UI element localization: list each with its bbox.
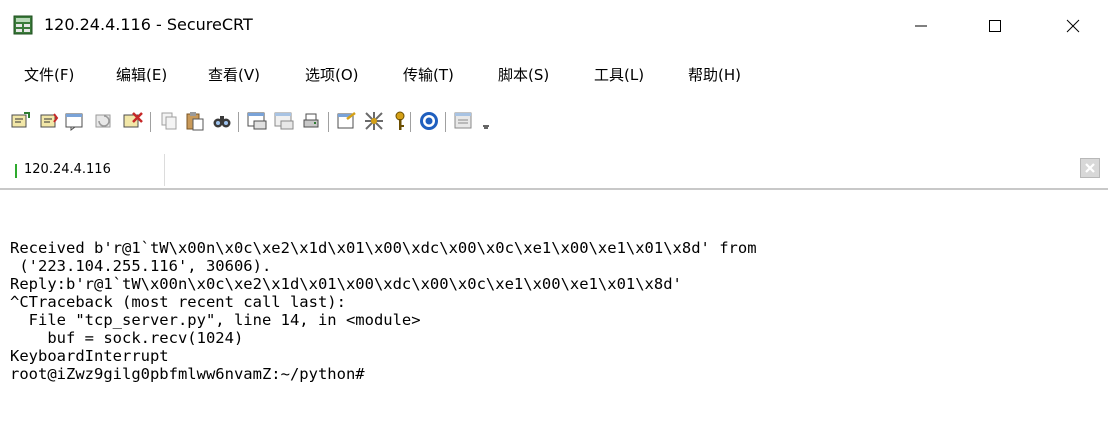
terminal-line: Reply:b'r@1`tW\x00n\x0c\xe2\x1d\x01\x00\… bbox=[10, 275, 682, 293]
menu-script[interactable]: 脚本(S) bbox=[498, 65, 549, 85]
menu-file[interactable]: 文件(F) bbox=[24, 65, 74, 85]
session-options-icon[interactable] bbox=[336, 110, 358, 132]
menu-edit[interactable]: 编辑(E) bbox=[116, 65, 167, 85]
maximize-button[interactable] bbox=[972, 6, 1018, 46]
copy-icon[interactable] bbox=[158, 110, 180, 132]
terminal-line: ^CTraceback (most recent call last): bbox=[10, 293, 346, 311]
log-session-icon[interactable] bbox=[453, 110, 475, 132]
minimize-button[interactable] bbox=[898, 6, 944, 46]
close-icon bbox=[1085, 163, 1095, 173]
title-bar: 120.24.4.116 - SecureCRT bbox=[0, 0, 1108, 52]
tab-session[interactable]: 120.24.4.116 bbox=[4, 154, 165, 186]
close-tab-button[interactable] bbox=[1080, 158, 1100, 178]
terminal-line: Received b'r@1`tW\x00n\x0c\xe2\x1d\x01\x… bbox=[10, 239, 757, 257]
toolbar-separator bbox=[328, 112, 329, 132]
minimize-icon bbox=[915, 25, 927, 27]
quick-connect-icon[interactable] bbox=[39, 110, 61, 132]
session-tab-bar: 120.24.4.116 bbox=[0, 148, 1108, 190]
connection-status-indicator bbox=[15, 164, 17, 178]
toolbar bbox=[0, 102, 1108, 142]
connect-tab-icon[interactable] bbox=[64, 110, 86, 132]
connect-icon[interactable] bbox=[10, 110, 32, 132]
terminal-line: KeyboardInterrupt bbox=[10, 347, 169, 365]
print-setup-icon[interactable] bbox=[300, 110, 322, 132]
keymap-icon[interactable] bbox=[389, 110, 411, 132]
terminal-area[interactable]: Received b'r@1`tW\x00n\x0c\xe2\x1d\x01\x… bbox=[0, 190, 1108, 421]
terminal-line: ('223.104.255.116', 30606). bbox=[10, 257, 272, 275]
menu-transfer[interactable]: 传输(T) bbox=[403, 65, 454, 85]
menu-help[interactable]: 帮助(H) bbox=[688, 65, 741, 85]
toolbar-separator bbox=[410, 112, 411, 132]
terminal-line: buf = sock.recv(1024) bbox=[10, 329, 244, 347]
tab-session-label: 120.24.4.116 bbox=[24, 162, 111, 177]
maximize-icon bbox=[989, 20, 1001, 32]
find-icon[interactable] bbox=[211, 110, 233, 132]
more-icon[interactable] bbox=[481, 110, 503, 132]
reconnect-icon[interactable] bbox=[93, 110, 115, 132]
toolbar-separator bbox=[445, 112, 446, 132]
securecrt-app-icon bbox=[13, 15, 33, 35]
menu-options[interactable]: 选项(O) bbox=[305, 65, 359, 85]
print-selection-icon[interactable] bbox=[273, 110, 295, 132]
disconnect-icon[interactable] bbox=[122, 110, 144, 132]
global-options-icon[interactable] bbox=[363, 110, 385, 132]
close-icon bbox=[1066, 19, 1080, 33]
window-title: 120.24.4.116 - SecureCRT bbox=[44, 15, 253, 34]
menu-bar: 文件(F) 编辑(E) 查看(V) 选项(O) 传输(T) 脚本(S) 工具(L… bbox=[0, 59, 1108, 91]
paste-icon[interactable] bbox=[184, 110, 206, 132]
help-icon[interactable] bbox=[418, 110, 440, 132]
close-button[interactable] bbox=[1050, 6, 1096, 46]
menu-tools[interactable]: 工具(L) bbox=[594, 65, 644, 85]
terminal-prompt: root@iZwz9gilg0pbfmlww6nvamZ:~/python# bbox=[10, 365, 365, 383]
terminal-line: File "tcp_server.py", line 14, in <modul… bbox=[10, 311, 421, 329]
toolbar-separator bbox=[238, 112, 239, 132]
menu-view[interactable]: 查看(V) bbox=[208, 65, 260, 85]
toolbar-separator bbox=[150, 112, 151, 132]
print-icon[interactable] bbox=[246, 110, 268, 132]
